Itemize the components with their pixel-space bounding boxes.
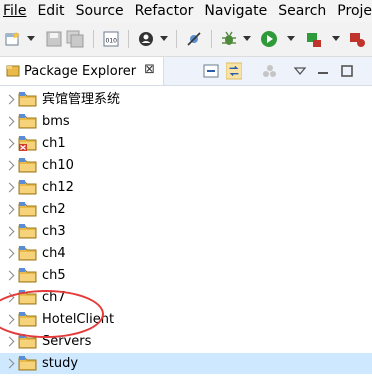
menu-file[interactable]: File (0, 0, 33, 22)
menu-source-label: Source (75, 3, 124, 19)
link-with-editor-icon[interactable] (226, 62, 242, 80)
menu-project[interactable]: Proje (333, 0, 372, 22)
menu-edit[interactable]: Edit (33, 0, 71, 22)
expand-chevron-icon[interactable] (4, 270, 15, 281)
tree-item-project[interactable]: ch5 (0, 265, 372, 286)
collapse-all-icon[interactable] (203, 63, 219, 79)
project-folder-icon (18, 245, 38, 262)
tree-item-project[interactable]: ch3 (0, 221, 372, 242)
debug-icon[interactable] (220, 30, 238, 48)
close-view-icon[interactable]: ⊠ (144, 62, 155, 77)
view-header: Package Explorer ⊠ (0, 57, 372, 86)
team-dropdown-icon[interactable] (160, 36, 168, 41)
menu-navigate[interactable]: Navigate (200, 0, 274, 22)
new-icon[interactable] (4, 30, 22, 48)
tree-item-project-selected[interactable]: study (0, 353, 372, 374)
focus-icon[interactable] (262, 63, 278, 79)
package-explorer-tab[interactable]: Package Explorer ⊠ (0, 57, 164, 85)
menu-project-label: Proje (337, 3, 372, 19)
team-icon[interactable] (137, 30, 155, 48)
binary-icon[interactable]: 010 (102, 30, 120, 48)
save-all-icon[interactable] (66, 30, 84, 48)
menu-source[interactable]: Source (72, 0, 131, 22)
toolbar-separator (128, 30, 129, 48)
project-label: ch3 (42, 224, 66, 239)
project-folder-icon (18, 91, 38, 108)
project-error-folder-icon (18, 135, 38, 152)
menu-navigate-label: Navigate (204, 3, 268, 19)
tree-item-project[interactable]: ch2 (0, 199, 372, 220)
expand-chevron-icon[interactable] (4, 160, 15, 171)
tree-item-project[interactable]: ch4 (0, 243, 372, 264)
expand-chevron-icon[interactable] (4, 116, 15, 127)
package-explorer-icon (6, 64, 20, 78)
menu-file-label: File (3, 3, 27, 19)
toolbar-separator (93, 30, 94, 48)
menu-refactor[interactable]: Refactor (131, 0, 201, 22)
expand-chevron-icon[interactable] (4, 358, 15, 369)
project-folder-icon (18, 223, 38, 240)
tree-item-project[interactable]: 宾馆管理系统 (0, 89, 372, 110)
expand-chevron-icon[interactable] (4, 94, 15, 105)
menu-refactor-label: Refactor (134, 3, 194, 19)
main-toolbar: 010 (0, 22, 372, 57)
project-label: ch5 (42, 268, 66, 283)
expand-chevron-icon[interactable] (4, 248, 15, 259)
toolbar-separator (211, 30, 212, 48)
project-folder-icon (18, 267, 38, 284)
project-label: ch2 (42, 202, 66, 217)
run-dropdown-icon[interactable] (287, 36, 295, 41)
tree-item-project[interactable]: ch1 (0, 133, 372, 154)
project-label: bms (42, 114, 70, 129)
menu-edit-label: Edit (37, 3, 65, 19)
expand-chevron-icon[interactable] (4, 204, 15, 215)
expand-chevron-icon[interactable] (4, 138, 15, 149)
save-icon[interactable] (45, 30, 63, 48)
project-label: ch4 (42, 246, 66, 261)
run-icon[interactable] (260, 30, 278, 48)
project-folder-icon (18, 157, 38, 174)
coverage-icon[interactable] (348, 30, 366, 48)
expand-chevron-icon[interactable] (4, 226, 15, 237)
menu-search-label: Search (278, 3, 327, 19)
project-folder-icon (18, 355, 38, 372)
project-label: study (42, 356, 79, 371)
maximize-view-icon[interactable] (339, 63, 355, 79)
external-tools-dropdown-icon[interactable] (332, 36, 340, 41)
view-title: Package Explorer (24, 63, 137, 79)
view-menu-icon[interactable] (292, 63, 308, 79)
new-dropdown-icon[interactable] (27, 36, 35, 41)
tree-item-project[interactable]: bms (0, 111, 372, 132)
project-folder-icon (18, 201, 38, 218)
project-label: ch10 (42, 158, 74, 173)
project-folder-icon (18, 179, 38, 196)
minimize-view-icon[interactable] (315, 63, 331, 79)
expand-chevron-icon[interactable] (4, 182, 15, 193)
tree-item-project[interactable]: ch10 (0, 155, 372, 176)
toolbar-separator (176, 30, 177, 48)
expand-chevron-icon[interactable] (4, 336, 15, 347)
svg-text:010: 010 (106, 38, 118, 45)
menu-search[interactable]: Search (274, 0, 333, 22)
menu-bar: File Edit Source Refactor Navigate Searc… (0, 0, 372, 22)
project-folder-icon (18, 113, 38, 130)
external-tools-icon[interactable] (304, 30, 322, 48)
no-breakpoint-icon[interactable] (185, 30, 203, 48)
tree-item-project[interactable]: ch12 (0, 177, 372, 198)
project-label: ch12 (42, 180, 74, 195)
project-label: 宾馆管理系统 (42, 92, 121, 107)
debug-dropdown-icon[interactable] (243, 36, 251, 41)
project-label: ch1 (42, 136, 66, 151)
